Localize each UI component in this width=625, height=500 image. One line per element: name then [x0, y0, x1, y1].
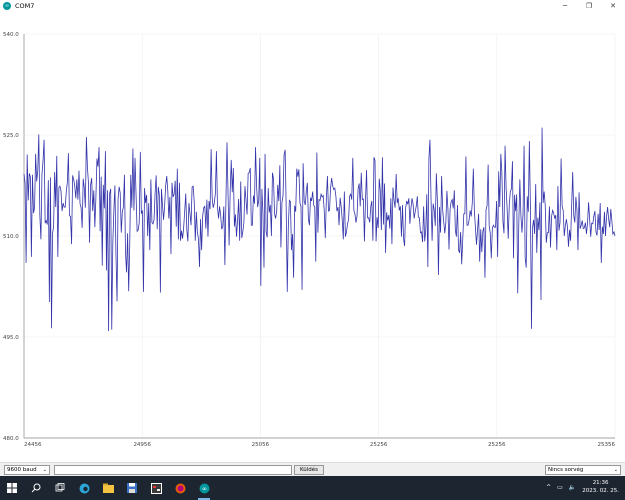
arduino-icon[interactable]: ∞	[198, 482, 210, 494]
y-tick-label: 495.0	[3, 335, 19, 341]
arduino-app-icon: ∞	[3, 2, 11, 10]
send-button[interactable]: Küldés	[294, 465, 324, 475]
y-tick-label: 525.0	[3, 133, 19, 139]
close-button[interactable]: ✕	[601, 0, 625, 12]
line-ending-select[interactable]: Nincs sorvég ⌄	[545, 465, 621, 475]
tray-chevron-icon[interactable]: ^	[546, 484, 551, 491]
serial-plotter-window: ∞ COM7 ─ ❐ ✕ 540.0 525.0 510.0 495.0 480.0 24…	[0, 0, 625, 476]
window-title: COM7	[15, 2, 35, 10]
baud-rate-value: 9600 baud	[7, 467, 37, 473]
axis-layer: 540.0 525.0 510.0 495.0 480.0 24456 24956 25056…	[3, 32, 615, 448]
plot-area: 540.0 525.0 510.0 495.0 480.0 24456 24956 25056…	[0, 12, 625, 458]
y-tick-label: 510.0	[3, 234, 19, 240]
floppy-icon[interactable]	[126, 482, 138, 494]
chevron-down-icon: ⌄	[42, 467, 47, 473]
x-tick-label: 25256	[488, 442, 506, 448]
clock-date: 2023. 02. 25.	[582, 488, 619, 494]
file-explorer-icon[interactable]	[102, 482, 114, 494]
task-view-icon[interactable]	[54, 482, 66, 494]
photo-app-icon[interactable]	[150, 482, 162, 494]
battery-icon[interactable]: ▭	[557, 484, 563, 491]
clock[interactable]: 21:36 2023. 02. 25.	[582, 479, 619, 495]
y-tick-label: 480.0	[3, 436, 19, 442]
volume-icon[interactable]: 🔈	[569, 484, 576, 491]
search-icon[interactable]	[30, 482, 42, 494]
system-tray: ^ ▭ 🔈 21:36 2023. 02. 25.	[546, 479, 619, 495]
serial-series-line	[23, 127, 616, 331]
chevron-down-icon: ⌄	[613, 467, 618, 473]
line-ending-value: Nincs sorvég	[548, 467, 584, 473]
y-tick-label: 540.0	[3, 32, 19, 38]
x-tick-label: 25356	[598, 442, 616, 448]
edge-icon[interactable]	[78, 482, 90, 494]
windows-icon[interactable]	[6, 482, 18, 494]
window-controls: ─ ❐ ✕	[553, 0, 625, 12]
serial-plot-chart: 540.0 525.0 510.0 495.0 480.0 24456 24956 25056…	[3, 32, 616, 448]
x-tick-label: 25256	[370, 442, 388, 448]
svg-text:∞: ∞	[202, 485, 207, 492]
bottom-control-bar: 9600 baud ⌄ Küldés Nincs sorvég ⌄	[0, 462, 625, 476]
title-bar[interactable]: ∞ COM7 ─ ❐ ✕	[0, 0, 625, 12]
baud-rate-select[interactable]: 9600 baud ⌄	[4, 465, 50, 475]
maximize-button[interactable]: ❐	[577, 0, 601, 12]
minimize-button[interactable]: ─	[553, 0, 577, 12]
firefox-icon[interactable]	[174, 482, 186, 494]
send-input[interactable]	[54, 465, 292, 475]
x-tick-label: 24456	[24, 442, 42, 448]
x-tick-label: 24956	[133, 442, 151, 448]
x-tick-label: 25056	[252, 442, 270, 448]
clock-time: 21:36	[592, 480, 609, 486]
taskbar: ∞ ^ ▭ 🔈 21:36 2023. 02. 25.	[0, 476, 625, 500]
